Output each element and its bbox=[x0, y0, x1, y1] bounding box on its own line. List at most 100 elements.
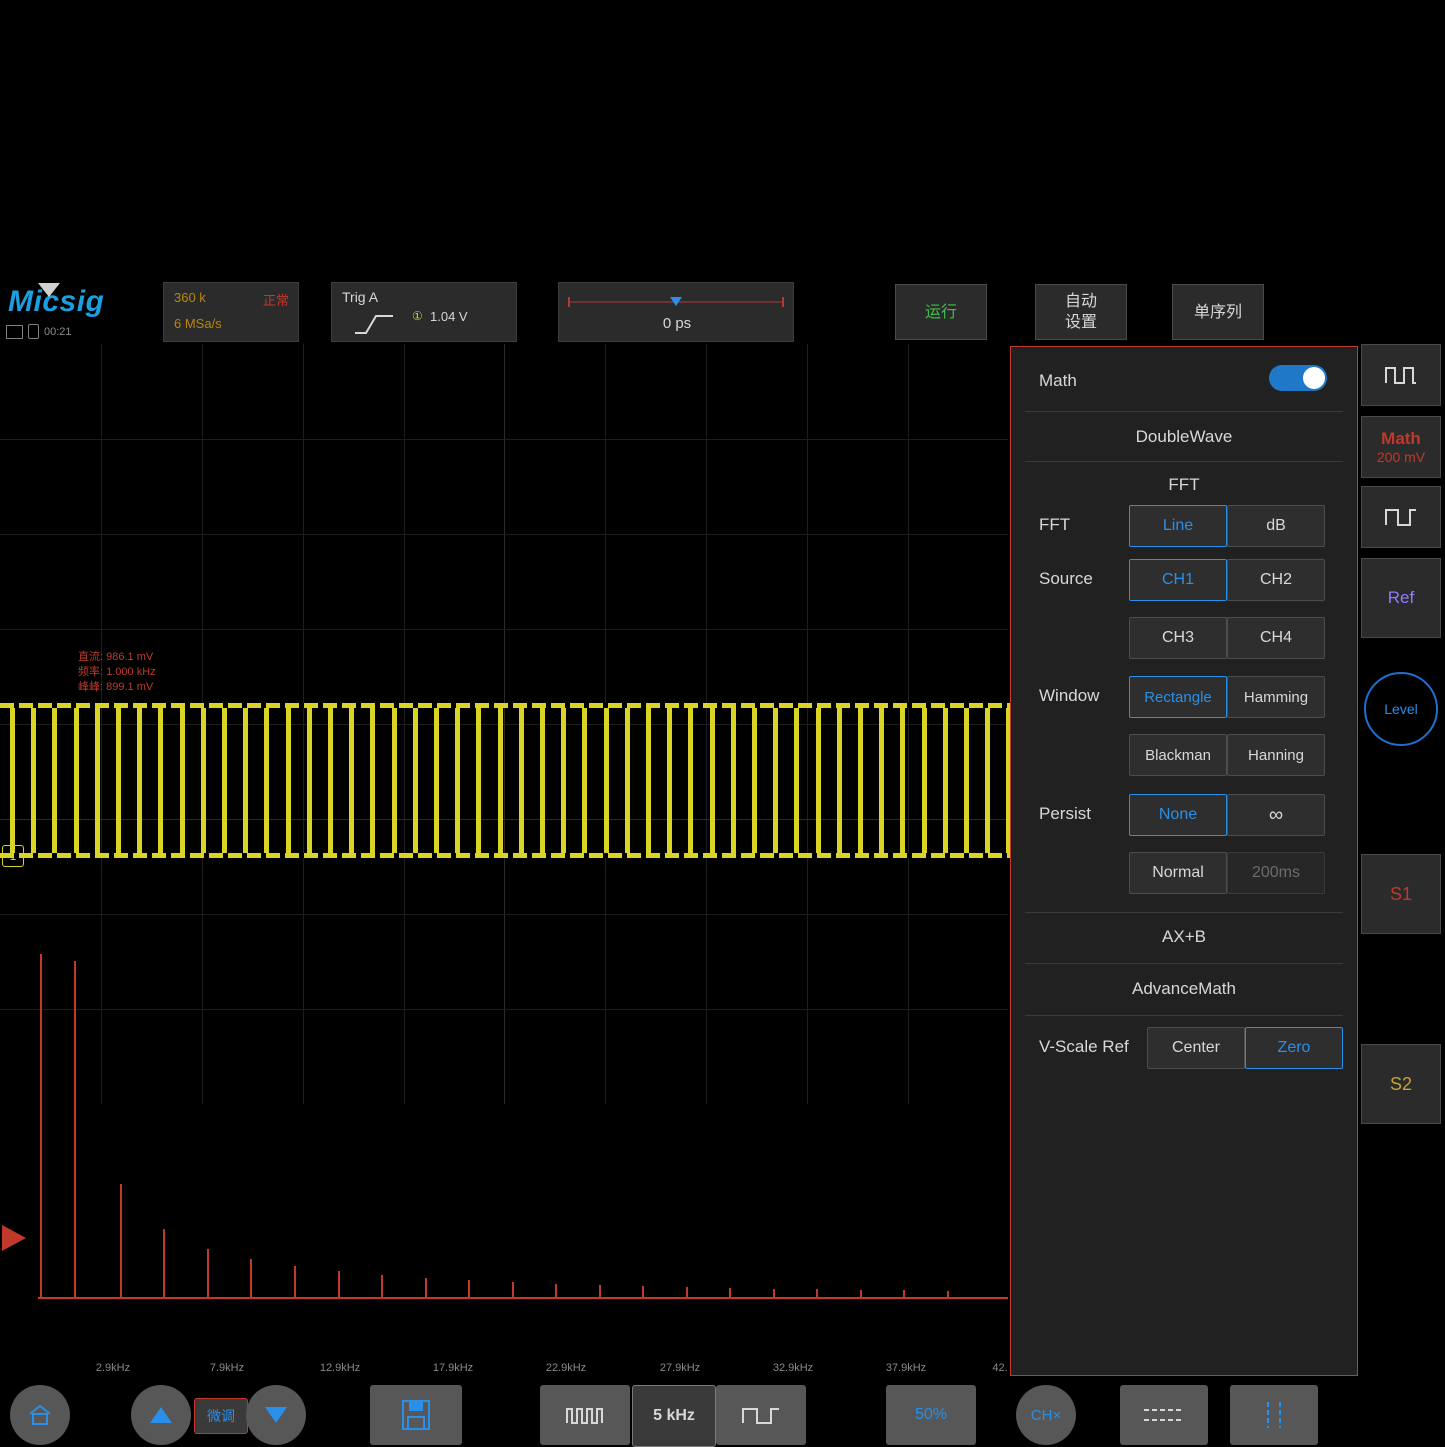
memory-depth-label: 360 k bbox=[174, 290, 206, 305]
waveform-edge bbox=[858, 703, 863, 858]
cursor-channel-button[interactable]: CH× bbox=[1016, 1385, 1076, 1445]
increase-button[interactable] bbox=[131, 1385, 191, 1445]
trigger-panel[interactable]: Trig A ① 1.04 V bbox=[331, 282, 517, 342]
ch1-ground-marker[interactable]: 1 bbox=[2, 845, 24, 867]
waveform-edge bbox=[837, 703, 842, 858]
sidebar-item-s2[interactable]: S2 bbox=[1361, 1044, 1441, 1124]
duty-cycle-button[interactable]: 50% bbox=[886, 1385, 976, 1445]
vscaleref-center-button[interactable]: Center bbox=[1147, 1027, 1245, 1069]
fft-line-button[interactable]: Line bbox=[1129, 505, 1227, 547]
persist-none-button[interactable]: None bbox=[1129, 794, 1227, 836]
source-ch2-button[interactable]: CH2 bbox=[1227, 559, 1325, 601]
single-sequence-button[interactable]: 单序列 bbox=[1172, 284, 1264, 340]
burst-wave-button[interactable] bbox=[540, 1385, 630, 1445]
vscaleref-zero-button[interactable]: Zero bbox=[1245, 1027, 1343, 1069]
waveform-edge bbox=[540, 703, 545, 858]
decrease-button[interactable] bbox=[246, 1385, 306, 1445]
waveform-edge bbox=[604, 703, 609, 858]
waveform-edge bbox=[392, 703, 397, 858]
fft-peak bbox=[40, 954, 42, 1299]
trigger-title: Trig A bbox=[342, 289, 378, 305]
triangle-down-icon bbox=[265, 1407, 287, 1423]
fft-axis-tick: 42. bbox=[992, 1362, 1007, 1374]
window-blackman-button[interactable]: Blackman bbox=[1129, 734, 1227, 776]
math-settings-panel: Math DoubleWave FFT FFT Line dB Source C… bbox=[1010, 346, 1358, 1376]
waveform-edge bbox=[625, 703, 630, 858]
waveform-edge bbox=[95, 703, 100, 858]
run-stop-button[interactable]: 运行 bbox=[895, 284, 987, 340]
fft-axis-tick: 27.9kHz bbox=[660, 1362, 700, 1374]
window-row-label: Window bbox=[1039, 686, 1099, 706]
advancemath-section[interactable]: AdvanceMath bbox=[1011, 979, 1357, 999]
waveform-edge bbox=[710, 703, 715, 858]
waveform-edge bbox=[264, 703, 269, 858]
persist-normal-button[interactable]: Normal bbox=[1129, 852, 1227, 894]
doublewave-section[interactable]: DoubleWave bbox=[1011, 427, 1357, 447]
sidebar-item-s1[interactable]: S1 bbox=[1361, 854, 1441, 934]
sidebar-item-ch2[interactable] bbox=[1361, 486, 1441, 548]
time-position-ruler bbox=[567, 297, 785, 307]
horizontal-cursor-button[interactable] bbox=[1120, 1385, 1208, 1445]
sidebar-item-math[interactable]: Math 200 mV bbox=[1361, 416, 1441, 478]
waveform-edge bbox=[498, 703, 503, 858]
source-ch3-button[interactable]: CH3 bbox=[1129, 617, 1227, 659]
window-hamming-button[interactable]: Hamming bbox=[1227, 676, 1325, 718]
waveform-edge bbox=[582, 703, 587, 858]
waveform-edge bbox=[158, 703, 163, 858]
waveform-edge bbox=[985, 703, 990, 858]
window-hanning-button[interactable]: Hanning bbox=[1227, 734, 1325, 776]
square-wave-icon bbox=[741, 1403, 781, 1427]
waveform-edge bbox=[922, 703, 927, 858]
axb-section[interactable]: AX+B bbox=[1011, 927, 1357, 947]
trigger-channel-label: ① bbox=[412, 309, 423, 323]
window-rectangle-button[interactable]: Rectangle bbox=[1129, 676, 1227, 718]
top-status-bar: Micsig 00:21 360 k 正常 6 MSa/s Trig A ① 1… bbox=[0, 280, 1445, 344]
fft-axis-tick: 7.9kHz bbox=[210, 1362, 244, 1374]
home-button[interactable] bbox=[10, 1385, 70, 1445]
clock-label: 00:21 bbox=[44, 326, 72, 338]
sidebar-item-level[interactable]: Level bbox=[1361, 654, 1441, 764]
coarse-fine-button[interactable]: 微调 bbox=[194, 1398, 248, 1434]
vscaleref-row-label: V-Scale Ref bbox=[1039, 1037, 1129, 1057]
waveform-edge bbox=[243, 703, 248, 858]
ch2-square-icon bbox=[1384, 505, 1418, 529]
waveform-edge bbox=[752, 703, 757, 858]
waveform-edge bbox=[413, 703, 418, 858]
measurement-pkpk: 峰峰: 899.1 mV bbox=[78, 680, 156, 695]
persist-time-button[interactable]: 200ms bbox=[1227, 852, 1325, 894]
waveform-edge bbox=[646, 703, 651, 858]
source-ch4-button[interactable]: CH4 bbox=[1227, 617, 1325, 659]
trigger-position-marker[interactable] bbox=[38, 283, 60, 297]
status-icons: 00:21 bbox=[6, 324, 72, 339]
level-knob[interactable]: Level bbox=[1364, 672, 1438, 746]
ch1-square-icon bbox=[1384, 363, 1418, 387]
acquisition-panel[interactable]: 360 k 正常 6 MSa/s bbox=[163, 282, 299, 342]
sidebar-item-ch1[interactable] bbox=[1361, 344, 1441, 406]
persist-row-label: Persist bbox=[1039, 804, 1091, 824]
ch1-waveform bbox=[0, 703, 1008, 858]
trigger-level-label: 1.04 V bbox=[430, 309, 468, 324]
waveform-edge bbox=[964, 703, 969, 858]
source-ch1-button[interactable]: CH1 bbox=[1129, 559, 1227, 601]
sidebar-item-ref[interactable]: Ref bbox=[1361, 558, 1441, 638]
screen-icon bbox=[6, 325, 23, 339]
frequency-button[interactable]: 5 kHz bbox=[632, 1385, 716, 1447]
acq-mode-label: 正常 bbox=[263, 290, 289, 309]
vertical-cursor-button[interactable] bbox=[1230, 1385, 1318, 1445]
timebase-panel[interactable]: 0 ps bbox=[558, 282, 794, 342]
square-wave-button[interactable] bbox=[716, 1385, 806, 1445]
measurement-readout: 直流: 986.1 mV 频率: 1.000 kHz 峰峰: 899.1 mV bbox=[78, 650, 156, 695]
math-enable-toggle[interactable] bbox=[1269, 365, 1327, 391]
waveform-edge bbox=[370, 703, 375, 858]
auto-setup-button[interactable]: 自动 设置 bbox=[1035, 284, 1127, 340]
waveform-edge bbox=[10, 703, 15, 858]
waveform-edge bbox=[519, 703, 524, 858]
fft-axis-tick: 17.9kHz bbox=[433, 1362, 473, 1374]
fft-db-button[interactable]: dB bbox=[1227, 505, 1325, 547]
persist-infinite-button[interactable]: ∞ bbox=[1227, 794, 1325, 836]
waveform-edge bbox=[328, 703, 333, 858]
save-button[interactable] bbox=[370, 1385, 462, 1445]
waveform-edge bbox=[31, 703, 36, 858]
math-ground-marker[interactable] bbox=[2, 1225, 26, 1251]
fft-row-label: FFT bbox=[1039, 515, 1070, 535]
